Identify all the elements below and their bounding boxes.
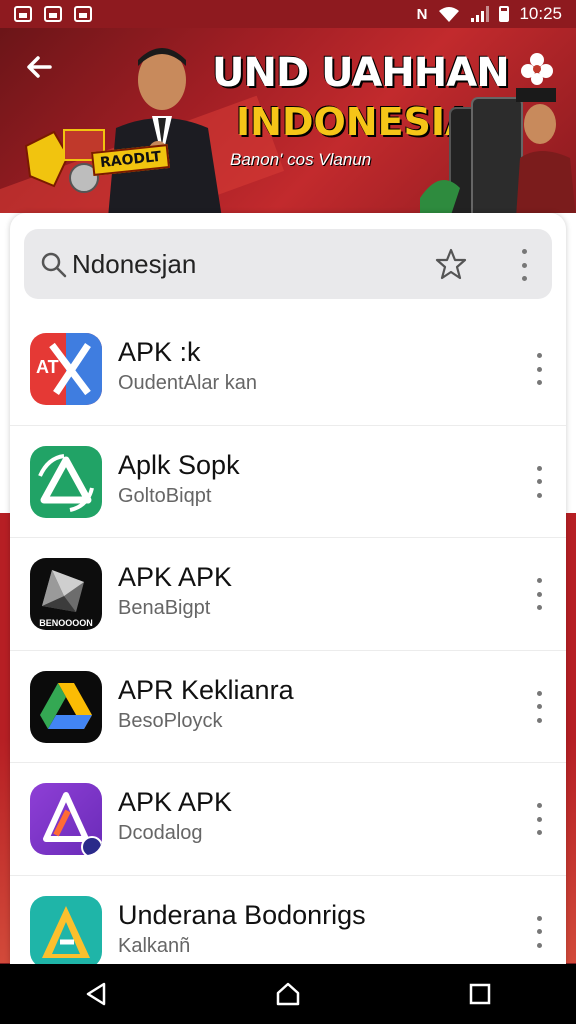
app-name: APK APK xyxy=(118,562,233,593)
nfc-icon: N xyxy=(416,5,428,23)
nav-home-button[interactable] xyxy=(268,974,308,1014)
drive-triangle-icon xyxy=(30,670,102,743)
list-item[interactable]: BENOOOON APK APK BenaBigpt xyxy=(10,538,566,651)
more-vert-icon[interactable] xyxy=(532,690,546,723)
app-name: Underana Bodonrigs xyxy=(118,899,366,930)
gallery-icon xyxy=(14,6,32,22)
app-name: APK :k xyxy=(118,337,201,367)
app-subtitle: GoltoBiqpt xyxy=(118,484,212,507)
list-item[interactable]: APR Keklianra BesoPloyck xyxy=(10,651,566,764)
status-notifications xyxy=(14,6,92,22)
prism-icon: BENOOOON xyxy=(30,558,102,631)
home-icon xyxy=(276,982,300,1006)
app-name: APR Keklianra xyxy=(118,674,294,705)
status-time: 10:25 xyxy=(519,4,562,23)
app-subtitle: BesoPloyck xyxy=(118,709,223,732)
recents-icon xyxy=(469,983,491,1005)
prism-icon-label: BENOOOON xyxy=(39,618,93,628)
purple-a-icon xyxy=(30,783,102,856)
search-icon xyxy=(41,252,67,278)
battery-icon xyxy=(499,6,510,22)
svg-text:AT: AT xyxy=(36,357,59,377)
search-more-icon[interactable] xyxy=(516,249,532,281)
list-item[interactable]: APK APK Dcodalog xyxy=(10,763,566,876)
wifi-icon xyxy=(439,7,460,22)
app-list: AT APK :k OudentAlar kan Aplk Sopk Golto… xyxy=(10,313,566,964)
app-subtitle: Kalkanñ xyxy=(118,934,191,957)
nav-recents-button[interactable] xyxy=(460,974,500,1014)
image-icon xyxy=(74,6,92,22)
back-button[interactable] xyxy=(22,50,62,90)
phone-promo-figure xyxy=(420,88,576,213)
back-icon xyxy=(86,982,106,1006)
favorite-star-icon[interactable] xyxy=(434,247,468,281)
search-results-sheet: AT APK :k OudentAlar kan Aplk Sopk Golto… xyxy=(10,213,566,964)
signal-icon xyxy=(471,6,490,22)
app-subtitle: Dcodalog xyxy=(118,822,203,845)
banner-tagline: Banon' cos Vlanun xyxy=(230,150,372,169)
app-subtitle: BenaBigpt xyxy=(118,597,211,620)
more-vert-icon[interactable] xyxy=(532,915,546,948)
teal-a-icon xyxy=(30,895,102,964)
more-vert-icon[interactable] xyxy=(532,353,546,385)
image-icon xyxy=(44,6,62,22)
nav-back-button[interactable] xyxy=(76,974,116,1014)
apk-x-icon: AT xyxy=(30,333,102,405)
list-item[interactable]: Underana Bodonrigs Kalkanñ xyxy=(10,876,566,964)
search-input[interactable] xyxy=(72,243,422,285)
status-bar: N 10:25 xyxy=(0,0,576,28)
arrow-left-icon xyxy=(27,56,52,78)
app-name: Aplk Sopk xyxy=(118,449,240,480)
options-flower-icon[interactable] xyxy=(518,50,556,88)
app-name: APK APK xyxy=(118,787,233,818)
search-bar xyxy=(24,229,552,299)
list-item[interactable]: Aplk Sopk GoltoBiqpt xyxy=(10,426,566,539)
system-nav-bar xyxy=(0,964,576,1024)
status-system: N 10:25 xyxy=(417,4,562,24)
list-item[interactable]: AT APK :k OudentAlar kan xyxy=(10,313,566,426)
promo-banner: RAODLT UND UAHHAN INDONESIA Banon' cos V… xyxy=(0,28,576,213)
more-vert-icon[interactable] xyxy=(532,578,546,611)
more-vert-icon[interactable] xyxy=(532,465,546,498)
app-subtitle: OudentAlar kan xyxy=(118,372,257,394)
recycle-a-icon xyxy=(30,445,102,518)
more-vert-icon[interactable] xyxy=(532,803,546,836)
